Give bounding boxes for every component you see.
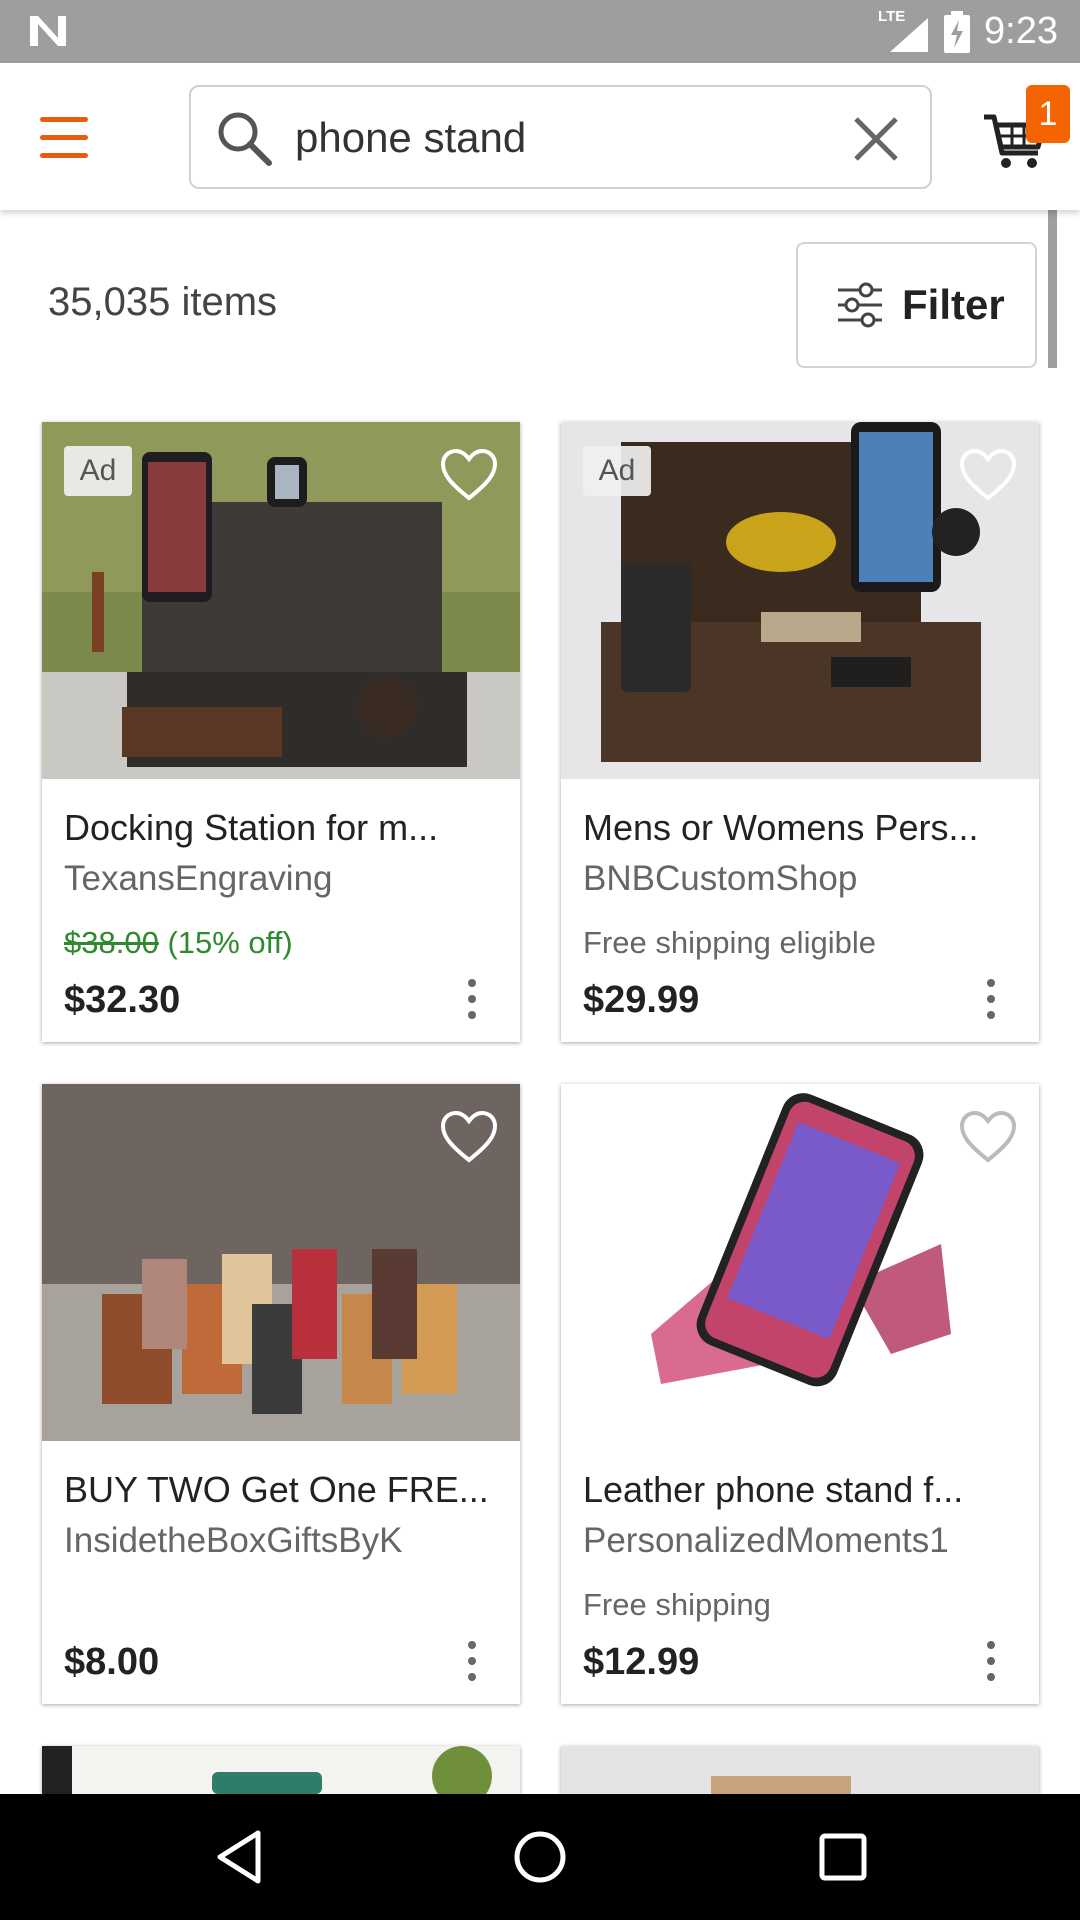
shop-name: InsidetheBoxGiftsByK <box>64 1521 403 1560</box>
product-price: $32.30 <box>64 979 181 1021</box>
product-title: Docking Station for m... <box>64 807 439 848</box>
status-bar: LTE 9:23 <box>0 0 1080 63</box>
product-title: BUY TWO Get One FRE... <box>64 1469 489 1510</box>
product-price: $29.99 <box>583 979 700 1021</box>
back-icon[interactable] <box>210 1827 270 1887</box>
product-price: $12.99 <box>583 1641 700 1683</box>
results-count: 35,035 items <box>48 280 278 324</box>
search-icon <box>218 112 272 166</box>
product-image[interactable] <box>561 1746 1039 1794</box>
navigation-bar <box>0 1794 1080 1920</box>
more-vert-icon[interactable] <box>462 1637 482 1685</box>
shop-name: BNBCustomShop <box>583 859 858 898</box>
battery-icon <box>944 10 971 53</box>
shipping-info: Free shipping <box>583 1587 771 1622</box>
more-vert-icon[interactable] <box>981 1637 1001 1685</box>
shipping-info: Free shipping eligible <box>583 925 876 960</box>
product-image[interactable]: Ad <box>42 422 520 779</box>
n-logo-icon <box>30 16 66 46</box>
filter-button[interactable]: Filter <box>796 242 1037 368</box>
product-title: Mens or Womens Pers... <box>583 807 979 848</box>
product-card[interactable]: BUY TWO Get One FRE... InsidetheBoxGifts… <box>42 1084 520 1704</box>
search-input[interactable] <box>295 105 815 171</box>
product-card[interactable] <box>42 1746 520 1794</box>
scrollbar[interactable] <box>1048 210 1057 368</box>
shop-name: PersonalizedMoments1 <box>583 1521 949 1560</box>
product-title: Leather phone stand f... <box>583 1469 964 1510</box>
product-card[interactable]: Ad Docking Station for m... TexansEngrav… <box>42 422 520 1042</box>
heart-icon[interactable] <box>440 1110 498 1164</box>
recents-icon[interactable] <box>813 1827 873 1887</box>
more-vert-icon[interactable] <box>462 975 482 1023</box>
product-image[interactable] <box>561 1084 1039 1441</box>
shop-name: TexansEngraving <box>64 859 333 898</box>
network-label: LTE <box>878 7 906 25</box>
cart-badge: 1 <box>1026 85 1070 143</box>
product-card[interactable]: Leather phone stand f... PersonalizedMom… <box>561 1084 1039 1704</box>
discount-info: $38.00 (15% off) <box>64 925 293 961</box>
product-card[interactable]: Ad Mens or Womens Pers... BNBCustomShop … <box>561 422 1039 1042</box>
product-price: $8.00 <box>64 1641 160 1683</box>
more-vert-icon[interactable] <box>981 975 1001 1023</box>
search-bar[interactable] <box>189 85 932 189</box>
status-time: 9:23 <box>984 10 1058 52</box>
heart-icon[interactable] <box>959 448 1017 502</box>
menu-icon[interactable] <box>40 115 102 161</box>
clear-icon[interactable] <box>848 111 904 167</box>
ad-badge: Ad <box>64 446 132 496</box>
heart-icon[interactable] <box>959 1110 1017 1164</box>
heart-icon[interactable] <box>440 448 498 502</box>
original-price: $38.00 <box>64 925 159 960</box>
ad-badge: Ad <box>583 446 651 496</box>
signal-icon: LTE <box>878 7 930 54</box>
home-icon[interactable] <box>510 1827 570 1887</box>
filter-icon <box>838 282 882 328</box>
product-image[interactable] <box>42 1084 520 1441</box>
discount-percent: (15% off) <box>167 925 293 960</box>
product-image[interactable] <box>42 1746 520 1794</box>
filter-label: Filter <box>902 281 1005 328</box>
product-image[interactable]: Ad <box>561 422 1039 779</box>
product-card[interactable] <box>561 1746 1039 1794</box>
app-bar: 1 <box>0 63 1080 210</box>
